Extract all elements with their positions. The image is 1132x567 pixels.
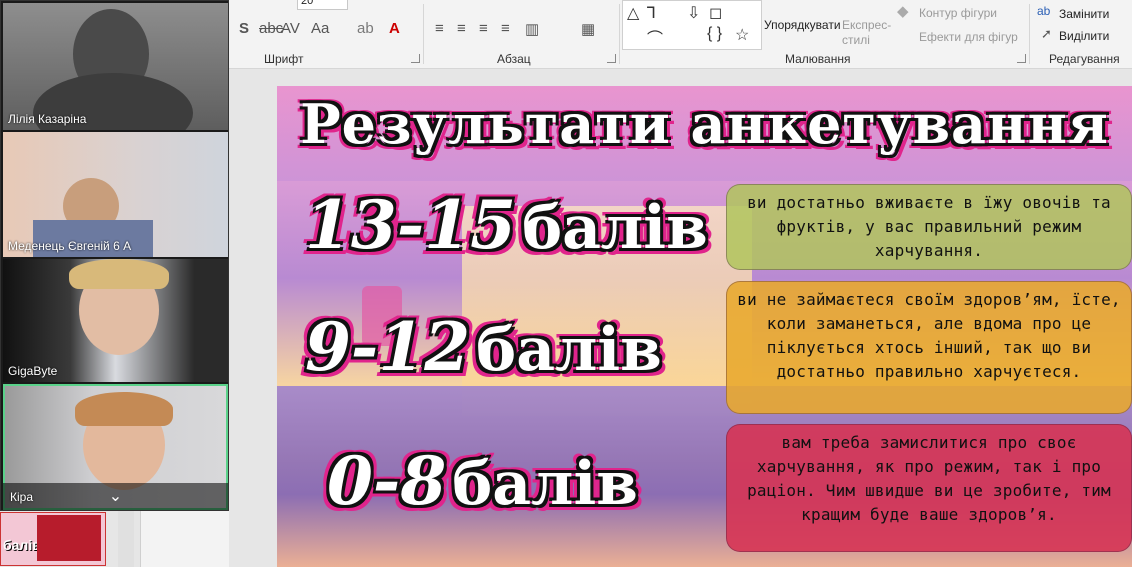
font-color-icon[interactable]: A [389,20,400,37]
paragraph-dialog-launcher-icon[interactable] [607,54,616,63]
score-range-value: 9-12 [305,308,471,386]
replace-icon[interactable]: ab [1037,4,1050,18]
shadow-text-icon[interactable]: S [239,20,249,37]
replace-button[interactable]: Замінити [1059,7,1109,21]
quick-styles-button[interactable]: Експрес- стилі [842,18,902,48]
ribbon: 20 S abc AV Aa ab A Шрифт ≡ ≡ ≡ ≡ ▥ ▦ Аб… [229,0,1132,69]
separator [619,4,620,64]
rectangle-shape-icon[interactable]: △ [627,3,639,23]
select-button[interactable]: Виділити [1059,29,1109,43]
strikethrough-icon[interactable]: abc [259,20,283,37]
score-range-1[interactable]: 13-15 балів [305,186,708,264]
slide-canvas[interactable]: Результати анкетування 13-15 балів 9-12 ба… [277,86,1132,567]
shape-effects-button[interactable]: Ефекти для фігур [919,30,1018,44]
brace-shape-icon[interactable]: { } [707,25,722,43]
justify-icon[interactable]: ≡ [501,20,510,37]
arrange-button[interactable]: Упорядкувати [764,18,841,32]
change-case-icon[interactable]: Aa [311,20,329,37]
score-range-value: 0-8 [327,442,447,520]
result-description-2[interactable]: ви не займаєтеся своїм здоров’ям, їсте, … [726,281,1132,414]
separator [423,4,424,64]
score-unit: балів [452,449,638,519]
font-size-box[interactable]: 20 [297,0,348,10]
participant-name: Кіра [10,490,34,504]
video-participants-panel: Лілія Казаріна Меденець Євгеній 6 А Giga… [0,0,229,511]
participant-tile[interactable]: Лілія Казаріна [3,3,228,130]
align-left-icon[interactable]: ≡ [435,20,444,37]
participant-tile[interactable]: Меденець Євгеній 6 А [3,132,228,257]
editing-group-label: Редагування [1049,52,1120,66]
thumbnail-scrollbar[interactable] [118,503,134,567]
align-right-icon[interactable]: ≡ [479,20,488,37]
thumbnail-label: балів [3,537,41,553]
align-center-icon[interactable]: ≡ [457,20,466,37]
drawing-group-label: Малювання [785,52,851,66]
separator [1029,4,1030,64]
slide-thumbnail[interactable]: балів [0,512,106,566]
shapes-gallery[interactable]: △ ⅂ ⇩ ◻ ⌒ { } ☆ [622,0,762,50]
result-description-1[interactable]: ви достатньо вживаєте в їжу овочів та фр… [726,184,1132,270]
slide-title[interactable]: Результати анкетування [277,92,1132,156]
participant-tile[interactable]: GigaByte [3,259,228,382]
score-range-2[interactable]: 9-12 балів [305,308,662,386]
smartart-icon[interactable]: ▦ [581,20,595,38]
cursor-icon[interactable]: ➚ [1041,26,1052,42]
participant-name: Лілія Казаріна [8,112,87,126]
participant-video-hair [75,392,173,426]
participant-name: GigaByte [8,364,58,378]
paint-bucket-icon[interactable]: ◆ [897,2,909,20]
arrow-shape-icon[interactable]: ⇩ [687,3,700,23]
star-shape-icon[interactable]: ☆ [735,25,749,45]
font-group-label: Шрифт [264,52,304,66]
score-unit: балів [476,315,662,385]
score-range-3[interactable]: 0-8 балів [327,442,638,520]
highlight-icon[interactable]: ab [357,20,374,37]
char-spacing-icon[interactable]: AV [281,20,300,37]
collapse-chevron-down-icon[interactable]: ⌄ [3,483,228,510]
drawing-dialog-launcher-icon[interactable] [1017,54,1026,63]
shape-outline-button[interactable]: Контур фігури [919,6,997,20]
curve-shape-icon[interactable]: ⌒ [647,25,663,49]
columns-icon[interactable]: ▥ [525,20,539,38]
score-range-value: 13-15 [305,186,517,264]
participant-name: Меденець Євгеній 6 А [8,239,132,253]
thumbnail-text-block [37,515,101,561]
rounded-shape-icon[interactable]: ◻ [709,3,722,23]
score-unit: балів [522,193,708,263]
result-description-3[interactable]: вам треба замислитися про своє харчуванн… [726,424,1132,552]
paragraph-group-label: Абзац [497,52,531,66]
font-dialog-launcher-icon[interactable] [411,54,420,63]
line-shape-icon[interactable]: ⅂ [647,3,656,23]
participant-video-hair [69,259,169,289]
